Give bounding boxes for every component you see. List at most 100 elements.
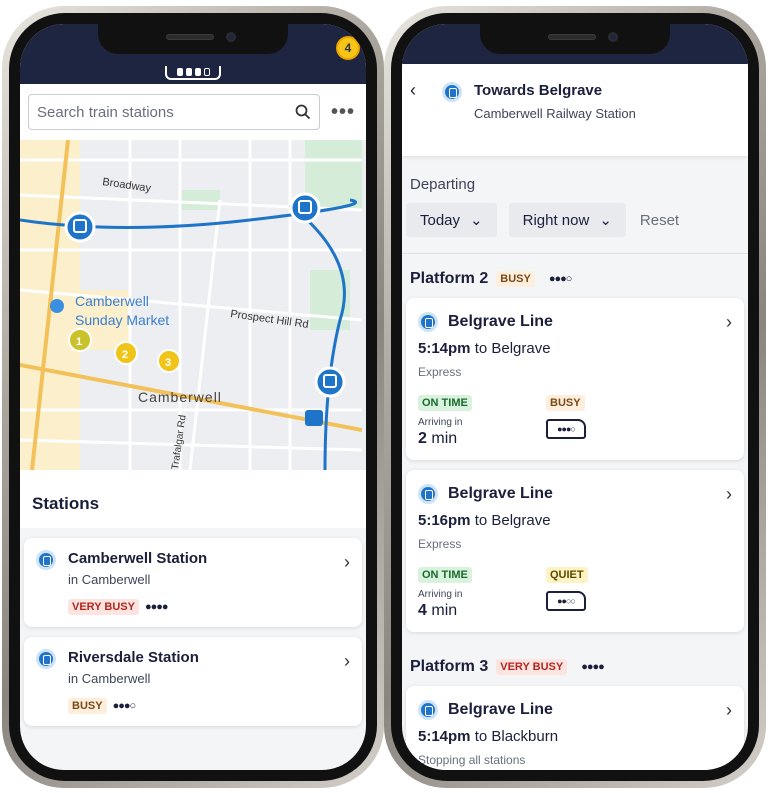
station-card[interactable]: Camberwell Station in Camberwell VERY BU… (24, 538, 362, 627)
train-icon (36, 550, 56, 570)
chevron-right-icon: › (344, 651, 350, 671)
chevron-right-icon: › (726, 700, 732, 720)
train-icon (418, 700, 438, 720)
crowd-badge: QUIET (546, 567, 588, 583)
search-row: Search train stations ••• (20, 84, 366, 140)
search-placeholder: Search train stations (37, 103, 174, 121)
line-name: Belgrave Line (448, 313, 553, 330)
filter-row: Today ⌄ Right now ⌄ Reset (402, 193, 748, 237)
crowd-badge: VERY BUSY (68, 599, 139, 615)
crowd-indicator-icon (165, 66, 221, 80)
market-pin-icon (50, 299, 64, 313)
route-shield-icon (305, 410, 323, 426)
crowd-badge: BUSY (546, 395, 585, 411)
page-title: Towards Belgrave (474, 82, 603, 99)
day-value: Today (420, 211, 461, 229)
front-camera (226, 32, 236, 42)
chevron-right-icon: › (726, 484, 732, 504)
arrival-minutes: 2 (418, 430, 427, 447)
line-name: Belgrave Line (448, 701, 553, 718)
right-phone-frame: ‹ Towards Belgrave Camberwell Railway St… (384, 6, 766, 788)
destination: to Blackburn (474, 728, 559, 745)
chevron-down-icon: ⌄ (599, 212, 612, 229)
train-icon (418, 312, 438, 332)
status-badge: ON TIME (418, 567, 472, 583)
reset-button[interactable]: Reset (638, 212, 679, 229)
service-card[interactable]: Belgrave Line 5:14pm to Blackburn Stoppi… (406, 686, 744, 770)
destination: to Belgrave (474, 512, 551, 529)
service-type: Stopping all stations (418, 753, 526, 767)
chevron-right-icon: › (344, 552, 350, 572)
notch (480, 24, 670, 54)
header: ‹ Towards Belgrave Camberwell Railway St… (402, 64, 748, 156)
map-label-market: Sunday Market (75, 312, 169, 328)
arriving-label: Arriving in (418, 589, 463, 600)
service-card[interactable]: Belgrave Line 5:16pm to Belgrave Express… (406, 470, 744, 632)
platform-heading: Platform 2 BUSY ●●●○ (402, 254, 748, 298)
stations-heading: Stations (20, 470, 366, 528)
svg-text:2: 2 (122, 349, 128, 361)
day-dropdown[interactable]: Today ⌄ (406, 203, 497, 237)
map-station-marker[interactable] (289, 192, 321, 224)
left-phone-frame: 4 Search train stations ••• Broadway Cam… (2, 6, 384, 788)
cluster-marker[interactable]: 3 (157, 349, 181, 373)
train-icon (36, 649, 56, 669)
arrival-unit: min (431, 430, 458, 447)
status-badge: ON TIME (418, 395, 472, 411)
more-options-button[interactable]: ••• (328, 101, 358, 124)
back-button[interactable]: ‹ (410, 80, 416, 101)
notification-count-badge[interactable]: 4 (336, 36, 360, 60)
departing-label: Departing (410, 176, 476, 193)
carriage-icon: ●●○○ (546, 591, 586, 611)
arrival-unit: min (431, 602, 458, 619)
time-dropdown[interactable]: Right now ⌄ (508, 203, 626, 237)
svg-text:3: 3 (165, 357, 171, 369)
time-value: Right now (522, 211, 590, 229)
cluster-marker[interactable]: 1 (68, 328, 92, 352)
station-name: Camberwell Station (68, 550, 208, 567)
platform-name: Platform 2 (410, 270, 489, 287)
departure-time: 5:16pm (418, 512, 471, 529)
destination: to Belgrave (474, 340, 551, 357)
crowd-badge: BUSY (68, 698, 107, 714)
right-phone-bezel: ‹ Towards Belgrave Camberwell Railway St… (391, 13, 759, 781)
train-icon (418, 484, 438, 504)
train-icon (442, 82, 462, 102)
station-card[interactable]: Riversdale Station in Camberwell BUSY ●●●… (24, 637, 362, 726)
speaker (548, 34, 596, 40)
platform-name: Platform 3 (410, 658, 489, 675)
map-canvas: Broadway Camberwell Sunday Market Prospe… (20, 140, 362, 470)
crowd-dots-icon: ●●●○ (548, 273, 573, 285)
map-station-marker[interactable] (314, 366, 346, 398)
station-suburb: in Camberwell (68, 671, 151, 686)
crowd-badge: VERY BUSY (496, 659, 568, 675)
crowd-dots-icon: ●●●● (581, 661, 605, 673)
map-view[interactable]: Broadway Camberwell Sunday Market Prospe… (20, 140, 366, 470)
station-name: Riversdale Station (68, 649, 199, 666)
right-screen: ‹ Towards Belgrave Camberwell Railway St… (402, 24, 748, 770)
station-suburb: in Camberwell (68, 572, 151, 587)
svg-text:1: 1 (76, 336, 82, 348)
notch (98, 24, 288, 54)
search-icon[interactable] (295, 104, 311, 120)
crowd-badge: BUSY (496, 271, 535, 287)
arrival-minutes: 4 (418, 602, 427, 619)
arriving-label: Arriving in (418, 417, 463, 428)
map-label-market: Camberwell (75, 293, 149, 309)
crowd-dots-icon: ●●●○ (112, 700, 137, 712)
service-type: Express (418, 365, 462, 379)
carriage-icon: ●●●○ (546, 419, 586, 439)
service-card[interactable]: Belgrave Line 5:14pm to Belgrave Express… (406, 298, 744, 460)
chevron-right-icon: › (726, 312, 732, 332)
departure-time: 5:14pm (418, 340, 471, 357)
map-station-marker[interactable] (64, 211, 96, 243)
chevron-down-icon: ⌄ (470, 212, 483, 229)
speaker (166, 34, 214, 40)
cluster-marker[interactable]: 2 (114, 341, 138, 365)
search-input[interactable]: Search train stations (28, 94, 320, 130)
front-camera (608, 32, 618, 42)
platform-heading: Platform 3 VERY BUSY ●●●● (402, 642, 748, 686)
crowd-dots-icon: ●●●● (144, 601, 169, 613)
service-type: Express (418, 537, 462, 551)
page-subtitle: Camberwell Railway Station (474, 106, 636, 121)
